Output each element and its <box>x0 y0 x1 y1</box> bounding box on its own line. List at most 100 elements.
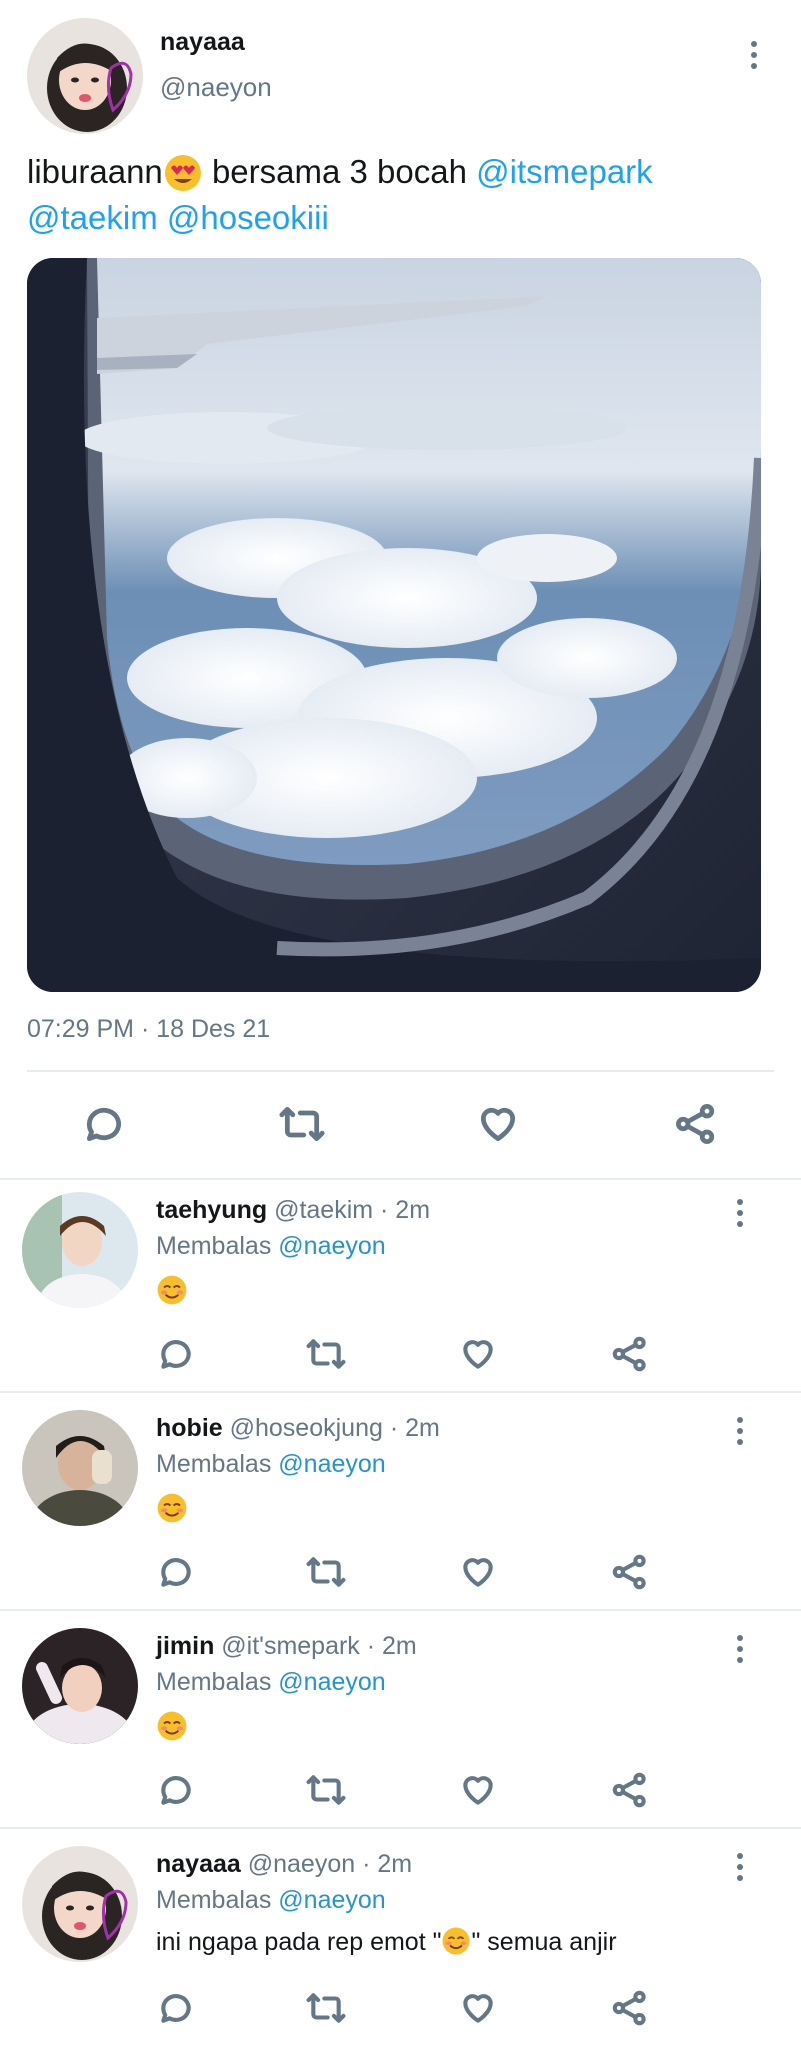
replying-label: Membalas <box>156 1450 272 1478</box>
tweet-text: liburaann bersama 3 bocah @itsmepark @tae… <box>27 150 767 240</box>
heart-icon <box>463 1340 493 1369</box>
reply-more-options-button[interactable] <box>726 1629 754 1669</box>
reply-avatar-hobie[interactable] <box>22 1410 138 1526</box>
tweet-text-continued: bersama 3 bocah <box>202 153 477 190</box>
reply-share-button[interactable] <box>606 1984 654 2032</box>
retweet-icon <box>306 1339 346 1369</box>
reply-share-button[interactable] <box>606 1548 654 1596</box>
heart-eyes-emoji-icon <box>163 152 203 196</box>
reply-content-text-after: " semua anjir <box>471 1928 617 1956</box>
reply-content: 😊 <box>156 1274 188 1311</box>
heart-icon <box>463 1558 493 1587</box>
reply-button[interactable] <box>80 1100 128 1148</box>
reply-share-button[interactable] <box>606 1766 654 1814</box>
reply-retweet-button[interactable] <box>302 1548 350 1596</box>
replying-to-line: Membalas @naeyon <box>156 1886 386 1915</box>
timestamp-divider <box>27 1070 774 1072</box>
reply-icon <box>86 1107 122 1142</box>
replying-label: Membalas <box>156 1886 272 1914</box>
share-icon <box>612 1772 646 1808</box>
reply-reply-button[interactable] <box>152 1766 200 1814</box>
reply-header: taehyung @taekim · 2m <box>156 1196 430 1225</box>
reply-display-name[interactable]: jimin <box>156 1632 214 1660</box>
reply-header: jimin @it'smepark · 2m <box>156 1632 417 1661</box>
reply-reply-button[interactable] <box>152 1330 200 1378</box>
author-display-name[interactable]: nayaaa <box>160 28 245 57</box>
reply-header: nayaaa @naeyon · 2m <box>156 1850 412 1879</box>
reply-more-options-button[interactable] <box>726 1411 754 1451</box>
reply-like-button[interactable] <box>454 1330 502 1378</box>
reply-handle-time: @it'smepark · 2m <box>221 1632 417 1660</box>
reply-avatar-taehyung[interactable] <box>22 1192 138 1308</box>
replying-to-line: Membalas @naeyon <box>156 1668 386 1697</box>
reply-header: hobie @hoseokjung · 2m <box>156 1414 440 1443</box>
divider <box>0 1827 801 1829</box>
replying-to-mention[interactable]: @naeyon <box>278 1668 385 1696</box>
heart-icon <box>463 1776 493 1805</box>
reply-content: 😊 <box>156 1710 188 1747</box>
author-avatar[interactable] <box>27 18 143 134</box>
divider <box>0 1178 801 1180</box>
tweet-media-image[interactable] <box>27 258 761 992</box>
reply-display-name[interactable]: taehyung <box>156 1196 267 1224</box>
retweet-icon <box>306 1775 346 1805</box>
mention-link-taekim[interactable]: @taekim <box>27 199 158 236</box>
reply-icon <box>161 1340 191 1369</box>
share-icon <box>612 1554 646 1590</box>
share-button[interactable] <box>672 1100 720 1148</box>
replying-label: Membalas <box>156 1232 272 1260</box>
tweet-timestamp: 07:29 PM · 18 Des 21 <box>27 1015 271 1043</box>
reply-like-button[interactable] <box>454 1766 502 1814</box>
reply-share-button[interactable] <box>606 1330 654 1378</box>
reply-handle-time: @hoseokjung · 2m <box>229 1414 440 1442</box>
reply-handle-time: @taekim · 2m <box>274 1196 431 1224</box>
heart-icon <box>463 1994 493 2023</box>
replying-to-line: Membalas @naeyon <box>156 1450 386 1479</box>
divider <box>0 1609 801 1611</box>
replying-to-line: Membalas @naeyon <box>156 1232 386 1261</box>
reply-content-text-before: ini ngapa pada rep emot " <box>156 1928 442 1956</box>
reply-content: 😊 <box>156 1492 188 1529</box>
reply-more-options-button[interactable] <box>726 1847 754 1887</box>
reply-avatar-nayaaa[interactable] <box>22 1846 138 1962</box>
tweet-more-options-button[interactable] <box>740 35 768 75</box>
reply-reply-button[interactable] <box>152 1984 200 2032</box>
reply-reply-button[interactable] <box>152 1548 200 1596</box>
author-handle[interactable]: @naeyon <box>160 72 272 103</box>
share-icon <box>612 1336 646 1372</box>
retweet-icon <box>306 1557 346 1587</box>
reply-icon <box>161 1558 191 1587</box>
smiling-face-emoji-icon <box>442 1927 470 1955</box>
reply-more-options-button[interactable] <box>726 1193 754 1233</box>
reply-retweet-button[interactable] <box>302 1766 350 1814</box>
like-button[interactable] <box>474 1100 522 1148</box>
retweet-button[interactable] <box>278 1100 326 1148</box>
reply-retweet-button[interactable] <box>302 1330 350 1378</box>
retweet-icon <box>279 1106 325 1142</box>
replying-to-mention[interactable]: @naeyon <box>278 1886 385 1914</box>
smiling-face-emoji-icon <box>157 1711 187 1741</box>
reply-avatar-jimin[interactable] <box>22 1628 138 1744</box>
reply-retweet-button[interactable] <box>302 1984 350 2032</box>
smiling-face-emoji-icon <box>157 1275 187 1305</box>
share-icon <box>612 1990 646 2026</box>
replying-to-mention[interactable]: @naeyon <box>278 1232 385 1260</box>
reply-content: ini ngapa pada rep emot "😊" semua anjir <box>156 1926 617 1957</box>
divider <box>0 1391 801 1393</box>
share-icon <box>676 1104 715 1144</box>
reply-icon <box>161 1994 191 2023</box>
reply-display-name[interactable]: nayaaa <box>156 1850 241 1878</box>
reply-like-button[interactable] <box>454 1548 502 1596</box>
smiling-face-emoji-icon <box>157 1493 187 1523</box>
reply-like-button[interactable] <box>454 1984 502 2032</box>
retweet-icon <box>306 1993 346 2023</box>
reply-icon <box>161 1776 191 1805</box>
mention-link-hoseokiii[interactable]: @hoseokiii <box>167 199 329 236</box>
tweet-text-plain: liburaann <box>27 153 163 190</box>
heart-icon <box>480 1107 516 1142</box>
replying-label: Membalas <box>156 1668 272 1696</box>
reply-handle-time: @naeyon · 2m <box>247 1850 413 1878</box>
reply-display-name[interactable]: hobie <box>156 1414 223 1442</box>
replying-to-mention[interactable]: @naeyon <box>278 1450 385 1478</box>
mention-link-itsmepark[interactable]: @itsmepark <box>476 153 653 190</box>
